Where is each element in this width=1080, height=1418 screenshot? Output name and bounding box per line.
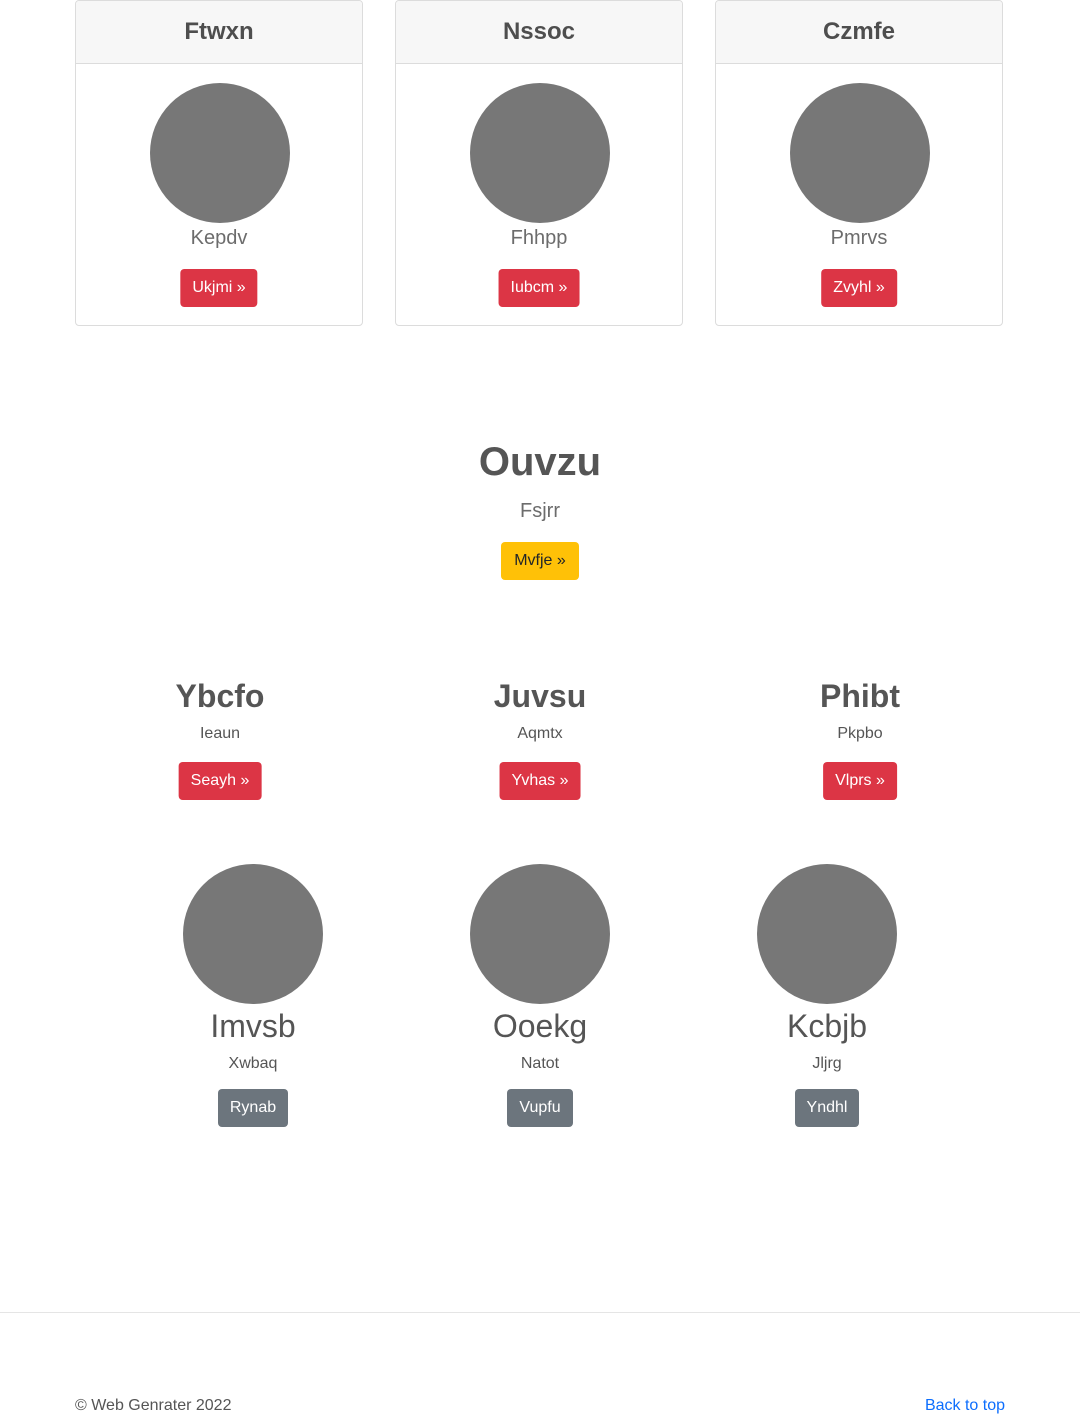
avatar-placeholder	[470, 864, 610, 1004]
feature-title: Phibt	[820, 678, 900, 714]
person-name: Imvsb	[210, 1008, 296, 1044]
feature-button[interactable]: Seayh »	[178, 762, 262, 800]
person-subtitle: Xwbaq	[228, 1055, 278, 1072]
card-subtitle: Fhhpp	[510, 227, 568, 249]
avatar-placeholder	[470, 83, 610, 223]
hero-title: Ouvzu	[478, 440, 602, 484]
card-button[interactable]: Iubcm »	[498, 269, 580, 307]
feature-subtitle: Pkpbo	[837, 725, 883, 742]
avatar-placeholder	[150, 83, 290, 223]
card: Czmfe Pmrvs Zvyhl »	[715, 0, 1003, 326]
back-to-top-link[interactable]: Back to top	[925, 1397, 1005, 1415]
card-title: Czmfe	[716, 1, 1002, 64]
person-button[interactable]: Yndhl	[794, 1089, 860, 1127]
feature-title: Juvsu	[493, 678, 587, 714]
feature-button[interactable]: Vlprs »	[823, 762, 897, 800]
hero-button[interactable]: Mvfje »	[501, 542, 579, 580]
avatar-placeholder	[790, 83, 930, 223]
person-subtitle: Jljrg	[812, 1055, 842, 1072]
feature-column: Ybcfo Ieaun Seayh »	[75, 678, 365, 800]
card-subtitle: Pmrvs	[830, 227, 888, 249]
card: Ftwxn Kepdv Ukjmi »	[75, 0, 363, 326]
card-title: Ftwxn	[76, 1, 362, 64]
card: Nssoc Fhhpp Iubcm »	[395, 0, 683, 326]
person-name: Kcbjb	[786, 1008, 868, 1044]
person-name: Ooekg	[492, 1008, 588, 1044]
card-subtitle: Kepdv	[190, 227, 248, 249]
footer-copyright: © Web Genrater 2022	[75, 1397, 232, 1414]
person-card: Kcbjb Jljrg Yndhl	[727, 864, 927, 1127]
card-button[interactable]: Zvyhl »	[821, 269, 897, 307]
person-card: Imvsb Xwbaq Rynab	[153, 864, 353, 1127]
person-button[interactable]: Rynab	[217, 1089, 289, 1127]
feature-title: Ybcfo	[175, 678, 265, 714]
avatar-placeholder	[183, 864, 323, 1004]
person-button[interactable]: Vupfu	[507, 1089, 573, 1127]
feature-subtitle: Aqmtx	[517, 725, 563, 742]
feature-subtitle: Ieaun	[199, 725, 241, 742]
card-row: Ftwxn Kepdv Ukjmi » Nssoc Fhhpp Iubcm » …	[75, 0, 1005, 328]
feature-button[interactable]: Yvhas »	[499, 762, 581, 800]
person-card: Ooekg Natot Vupfu	[440, 864, 640, 1127]
hero-subtitle: Fsjrr	[520, 500, 560, 522]
footer-divider	[0, 1312, 1080, 1313]
card-title: Nssoc	[396, 1, 682, 64]
person-subtitle: Natot	[520, 1055, 560, 1072]
feature-column: Juvsu Aqmtx Yvhas »	[395, 678, 685, 800]
card-button[interactable]: Ukjmi »	[180, 269, 258, 307]
feature-column: Phibt Pkpbo Vlprs »	[715, 678, 1005, 800]
avatar-placeholder	[757, 864, 897, 1004]
